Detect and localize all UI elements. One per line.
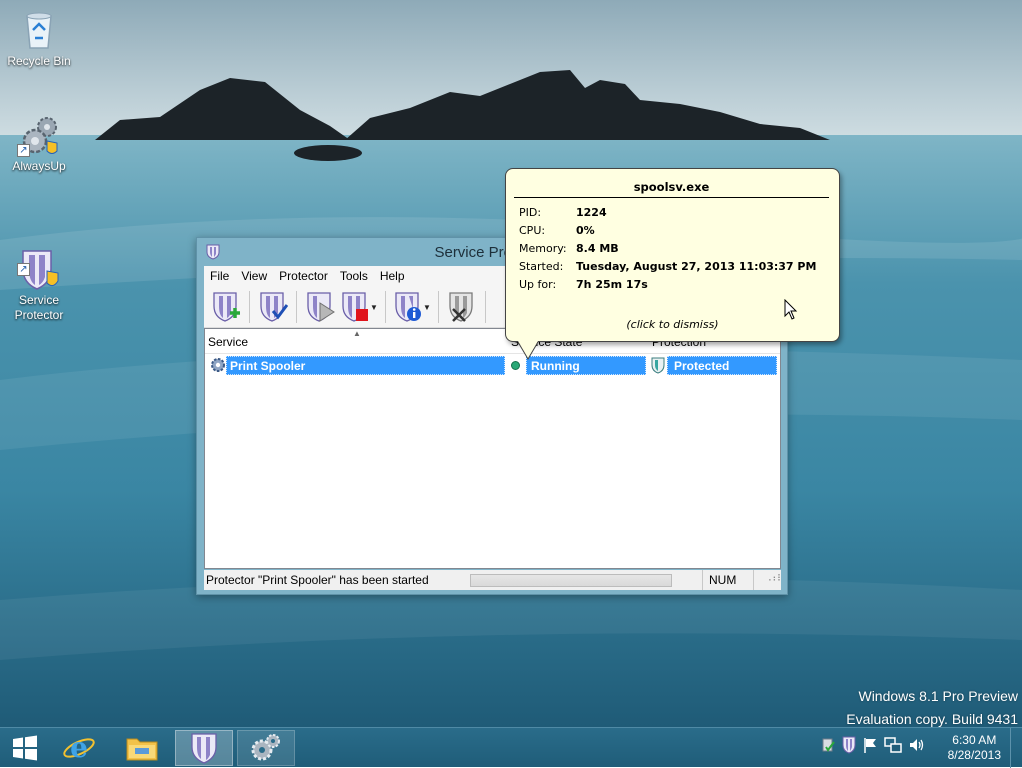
service-protector-shield-icon: ↗ — [17, 232, 61, 290]
balloon-key: Started: — [519, 260, 564, 273]
num-lock-indicator: NUM — [702, 570, 754, 590]
balloon-value: 8.4 MB — [576, 242, 619, 255]
taskbar: e 6:30 AM 8/28/2013 — [0, 727, 1022, 768]
recycle-bin-label: Recycle Bin — [7, 54, 71, 68]
balloon-key: PID: — [519, 206, 542, 219]
balloon-value: 0% — [576, 224, 595, 237]
windows-logo-icon — [13, 735, 37, 761]
stop-protector-icon — [342, 292, 368, 322]
network-icon[interactable] — [884, 736, 902, 754]
system-tray — [820, 736, 926, 754]
folder-icon — [126, 738, 158, 761]
alwaysup-tray-icon[interactable] — [820, 736, 836, 754]
balloon-title: spoolsv.exe — [514, 180, 829, 198]
svg-text:e: e — [70, 731, 88, 764]
status-progress-bar — [470, 574, 672, 587]
watermark-line-2: Evaluation copy. Build 9431 — [846, 711, 1018, 727]
table-row[interactable]: Print Spooler Running Protected — [210, 356, 777, 375]
service-protector-shield-icon — [191, 733, 217, 764]
watermark-line-1: Windows 8.1 Pro Preview — [858, 688, 1018, 704]
windows-watermark: Windows 8.1 Pro Preview Evaluation copy.… — [846, 685, 1018, 727]
mouse-pointer-icon — [784, 299, 798, 320]
recycle-bin-shortcut[interactable]: Recycle Bin — [1, 8, 77, 69]
service-protector-label: Service Protector — [14, 293, 64, 322]
delete-protector-icon — [449, 292, 473, 322]
taskbar-internet-explorer[interactable]: e — [50, 730, 108, 766]
volume-icon[interactable] — [908, 736, 926, 754]
info-protector-icon — [395, 292, 421, 322]
taskbar-service-protector[interactable] — [175, 730, 233, 766]
add-protector-button[interactable] — [208, 289, 244, 325]
column-header-service[interactable]: Service — [208, 335, 248, 349]
action-center-flag-icon[interactable] — [862, 736, 878, 754]
toolbar-separator — [385, 291, 386, 323]
clock-date: 8/28/2013 — [947, 748, 1001, 762]
protectors-list[interactable]: ▲ Service Service State Protection Print… — [204, 328, 781, 569]
toolbar-separator — [485, 291, 486, 323]
balloon-value: 7h 25m 17s — [576, 278, 648, 291]
toolbar-separator — [296, 291, 297, 323]
balloon-value: Tuesday, August 27, 2013 11:03:37 PM — [576, 260, 817, 273]
status-bar: Protector "Print Spooler" has been start… — [204, 570, 781, 590]
balloon-tail — [518, 341, 539, 360]
service-protector-shortcut[interactable]: ↗ Service Protector — [1, 217, 77, 323]
menu-file[interactable]: File — [204, 266, 235, 287]
shortcut-arrow-icon: ↗ — [17, 263, 30, 276]
taskbar-clock[interactable]: 6:30 AM 8/28/2013 — [948, 733, 1001, 763]
recycle-bin-icon — [17, 8, 61, 52]
protected-shield-icon — [648, 356, 666, 375]
balloon-value: 1224 — [576, 206, 607, 219]
cell-service-state: Running — [526, 356, 646, 375]
balloon-key: Up for: — [519, 278, 557, 291]
toolbar-separator — [438, 291, 439, 323]
delete-protector-button[interactable] — [444, 289, 480, 325]
start-button[interactable] — [0, 730, 50, 766]
service-gear-icon — [211, 358, 225, 372]
start-protector-button[interactable] — [302, 289, 338, 325]
internet-explorer-icon: e — [63, 731, 95, 764]
menu-protector[interactable]: Protector — [273, 266, 334, 287]
stop-protector-button[interactable] — [338, 289, 372, 325]
shortcut-arrow-icon: ↗ — [17, 144, 30, 157]
service-protector-tray-icon[interactable] — [842, 736, 856, 754]
balloon-key: CPU: — [519, 224, 546, 237]
menu-help[interactable]: Help — [374, 266, 411, 287]
add-protector-icon — [213, 292, 240, 322]
alwaysup-gears-icon: ↗ — [17, 113, 61, 157]
alwaysup-shortcut[interactable]: ↗ AlwaysUp — [1, 113, 77, 174]
gears-icon — [251, 734, 280, 761]
cell-protection: Protected — [667, 356, 777, 375]
balloon-key: Memory: — [519, 242, 567, 255]
taskbar-file-explorer[interactable] — [113, 730, 171, 766]
clock-time: 6:30 AM — [952, 733, 997, 747]
edit-protector-button[interactable] — [255, 289, 291, 325]
sort-ascending-icon: ▲ — [353, 329, 361, 338]
start-protector-icon — [307, 292, 335, 322]
cell-service-name: Print Spooler — [226, 356, 505, 375]
status-message: Protector "Print Spooler" has been start… — [206, 573, 429, 587]
resize-grip-icon[interactable]: ⠠⠰⠸ — [765, 568, 781, 588]
menu-tools[interactable]: Tools — [334, 266, 374, 287]
info-protector-button[interactable] — [391, 289, 425, 325]
show-desktop-button[interactable] — [1010, 728, 1022, 768]
taskbar-alwaysup[interactable] — [237, 730, 295, 766]
alwaysup-label: AlwaysUp — [12, 159, 66, 173]
process-info-balloon[interactable]: spoolsv.exe PID: 1224 CPU: 0% Memory: 8.… — [505, 168, 840, 360]
toolbar-separator — [249, 291, 250, 323]
check-protector-icon — [260, 292, 288, 322]
menu-view[interactable]: View — [235, 266, 273, 287]
